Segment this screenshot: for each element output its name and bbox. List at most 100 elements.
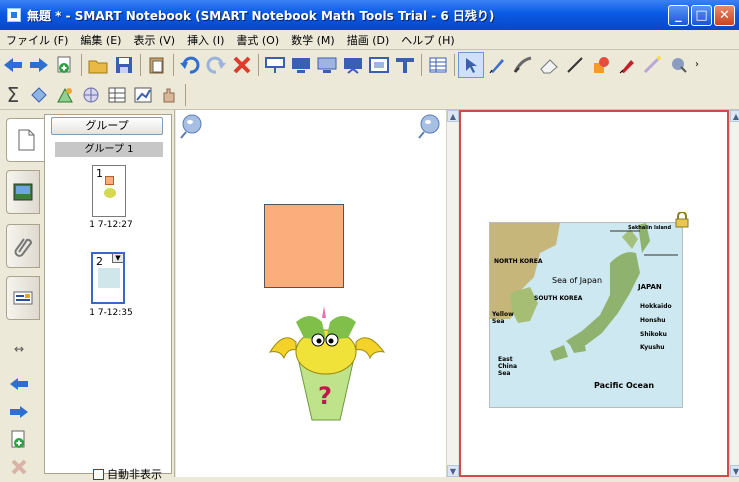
- page-thumbnail-2[interactable]: 2 ▼: [91, 252, 125, 304]
- fill-icon[interactable]: [614, 52, 640, 78]
- save-icon[interactable]: [111, 52, 137, 78]
- toolbar-overflow-icon[interactable]: ›: [692, 52, 702, 78]
- map-label-japan: JAPAN: [638, 283, 662, 291]
- pin-icon[interactable]: [178, 112, 206, 140]
- map-label-sakhalin: Sakhalin Island: [628, 225, 672, 231]
- page-menu-chevron-icon[interactable]: ▼: [112, 253, 124, 263]
- presentation-icon[interactable]: [340, 52, 366, 78]
- map-label-pacific-ocean: Pacific Ocean: [594, 381, 655, 390]
- eraser-icon[interactable]: [536, 52, 562, 78]
- maximize-button[interactable]: □: [691, 5, 712, 26]
- resize-arrows-icon[interactable]: ↔: [14, 342, 24, 356]
- math-shapes-icon[interactable]: [26, 82, 52, 108]
- previous-page-icon[interactable]: [8, 376, 30, 395]
- open-folder-icon[interactable]: [85, 52, 111, 78]
- back-arrow-icon[interactable]: [0, 52, 26, 78]
- page-sorter-icon: [18, 129, 34, 151]
- scroll-up-icon[interactable]: ▲: [730, 110, 739, 122]
- next-page-icon[interactable]: [8, 404, 30, 423]
- app-icon: [7, 8, 21, 22]
- minimize-button[interactable]: _: [668, 5, 689, 26]
- right-page-scrollbar[interactable]: ▲ ▼: [729, 110, 739, 477]
- line-icon[interactable]: [562, 52, 588, 78]
- pin-icon[interactable]: [416, 112, 444, 140]
- main-toolbar: ›: [0, 50, 739, 80]
- map-label-hokkaido: Hokkaido: [640, 303, 672, 310]
- menu-draw[interactable]: 描画 (D): [341, 32, 396, 48]
- attachments-tab[interactable]: [6, 224, 40, 268]
- page-time: 1 7-12:27: [89, 220, 133, 230]
- properties-icon[interactable]: [666, 52, 692, 78]
- group-label: グループ 1: [55, 142, 163, 157]
- group-button[interactable]: グループ: [51, 117, 163, 135]
- map-label-south-korea: SOUTH KOREA: [534, 295, 583, 302]
- page-sorter-tab[interactable]: [6, 118, 44, 162]
- delete-page-icon[interactable]: [10, 458, 28, 479]
- page-sorter: グループ グループ 1 1 1 7-12:27 2 ▼ 1 7-12:35 自動…: [44, 114, 172, 481]
- gallery-icon: [13, 183, 33, 201]
- shapes-icon[interactable]: [588, 52, 614, 78]
- menu-file[interactable]: ファイル (F): [0, 32, 74, 48]
- menu-help[interactable]: ヘルプ (H): [395, 32, 460, 48]
- add-page-icon[interactable]: [52, 52, 78, 78]
- scroll-down-icon[interactable]: ▼: [730, 465, 739, 477]
- left-page-scrollbar[interactable]: ▲ ▼: [446, 110, 459, 477]
- geometry-icon[interactable]: [52, 82, 78, 108]
- screen-shade-icon[interactable]: [262, 52, 288, 78]
- properties-panel-icon: [13, 291, 33, 305]
- menu-edit[interactable]: 編集 (E): [74, 32, 127, 48]
- side-tabs: ↔: [6, 116, 44, 479]
- page-number: 1: [96, 167, 103, 180]
- side-panel: ↔ グループ グループ 1 1 1 7-12:27 2 ▼ 1 7-12:35 …: [0, 110, 175, 481]
- add-page-side-icon[interactable]: [10, 430, 28, 453]
- left-page-canvas[interactable]: ?: [176, 110, 446, 477]
- pen-icon[interactable]: [484, 52, 510, 78]
- page-number: 2: [96, 255, 103, 268]
- magic-pen-icon[interactable]: [640, 52, 666, 78]
- gallery-tab[interactable]: [6, 170, 40, 214]
- scroll-up-icon[interactable]: ▲: [447, 110, 459, 122]
- lock-icon[interactable]: [675, 212, 689, 228]
- paste-icon[interactable]: [144, 52, 170, 78]
- menu-view[interactable]: 表示 (V): [127, 32, 181, 48]
- undo-icon[interactable]: [177, 52, 203, 78]
- autohide-label: 自動非表示: [107, 468, 162, 481]
- orange-square[interactable]: [264, 204, 344, 288]
- page-time: 1 7-12:35: [89, 308, 133, 318]
- sigma-icon[interactable]: Σ: [0, 82, 26, 108]
- map-label-north-korea: NORTH KOREA: [494, 258, 543, 265]
- close-button[interactable]: ✕: [714, 5, 735, 26]
- chart-icon[interactable]: [130, 82, 156, 108]
- autohide-checkbox[interactable]: [93, 468, 104, 480]
- text-icon[interactable]: [392, 52, 418, 78]
- japan-map-image[interactable]: NORTH KOREA Sea of Japan SOUTH KOREA Yel…: [489, 222, 683, 408]
- menu-math[interactable]: 数学 (M): [285, 32, 341, 48]
- hand-icon[interactable]: [156, 82, 182, 108]
- menu-insert[interactable]: 挿入 (I): [181, 32, 230, 48]
- creative-pen-icon[interactable]: [510, 52, 536, 78]
- title-bar: 無題 * - SMART Notebook (SMART Notebook Ma…: [0, 0, 739, 30]
- redo-icon[interactable]: [203, 52, 229, 78]
- map-label-yellow-sea: Yellow Sea: [492, 311, 514, 325]
- autohide-option[interactable]: 自動非表示: [93, 466, 162, 482]
- menu-bar: ファイル (F) 編集 (E) 表示 (V) 挿入 (I) 書式 (O) 数学 …: [0, 30, 739, 50]
- page-thumbnail-1[interactable]: 1: [92, 165, 126, 217]
- forward-arrow-icon[interactable]: [26, 52, 52, 78]
- graph-icon[interactable]: [78, 82, 104, 108]
- properties-tab[interactable]: [6, 276, 40, 320]
- paperclip-icon: [14, 238, 32, 257]
- math-toolbar: Σ: [0, 80, 739, 110]
- map-label-shikoku: Shikoku: [640, 331, 667, 338]
- scroll-down-icon[interactable]: ▼: [447, 465, 459, 477]
- display-icon[interactable]: [288, 52, 314, 78]
- menu-format[interactable]: 書式 (O): [230, 32, 285, 48]
- dual-display-icon[interactable]: [314, 52, 340, 78]
- select-arrow-icon[interactable]: [458, 52, 484, 78]
- table-tools-icon[interactable]: [104, 82, 130, 108]
- map-label-honshu: Honshu: [640, 317, 666, 324]
- thinking-character[interactable]: ?: [264, 300, 389, 425]
- capture-icon[interactable]: [366, 52, 392, 78]
- delete-icon[interactable]: [229, 52, 255, 78]
- right-page-canvas[interactable]: NORTH KOREA Sea of Japan SOUTH KOREA Yel…: [459, 110, 729, 477]
- table-icon[interactable]: [425, 52, 451, 78]
